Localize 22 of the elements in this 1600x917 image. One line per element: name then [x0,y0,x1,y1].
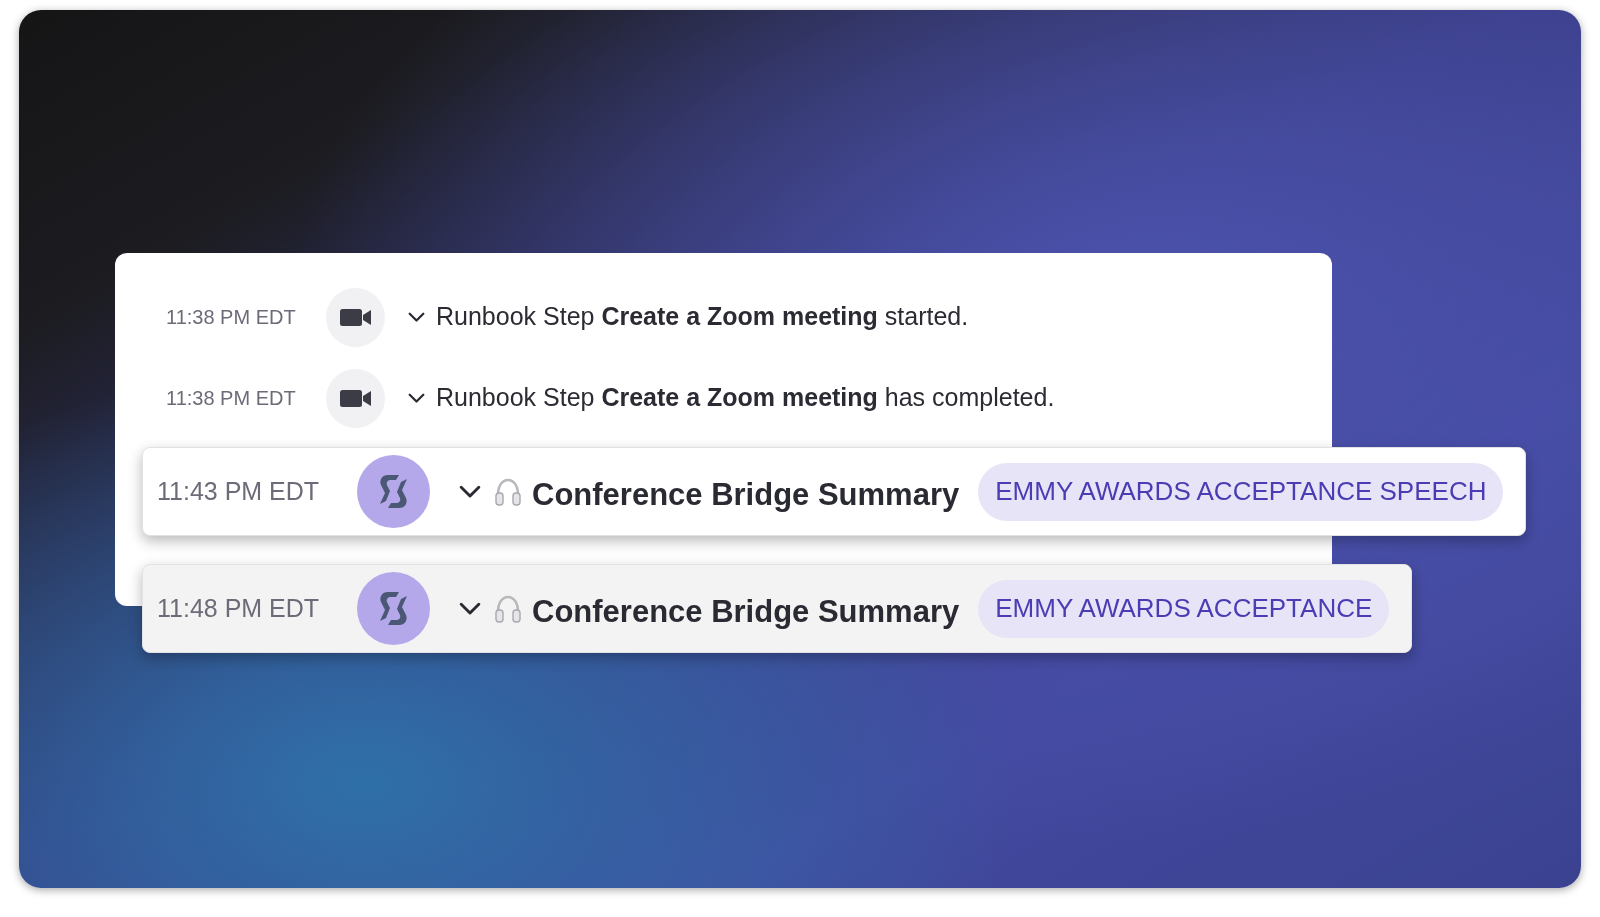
time-label: 11:48 PM EDT [157,593,320,622]
summary-title: Conference Bridge Summary [532,593,960,632]
step-message: Runbook Step Create a Zoom meeting has completed. [436,382,1055,414]
time-label: 11:43 PM EDT [157,476,320,505]
chevron-down-icon[interactable] [408,392,425,404]
chevron-down-icon[interactable] [459,601,481,616]
swirl-logo-icon [357,455,430,528]
chevron-down-icon[interactable] [408,311,425,323]
video-camera-icon [326,368,385,428]
summary-row[interactable]: 11:48 PM EDT Conference Bridge Summary EMMY AWARDS ACCEPTANCE [142,564,1413,653]
video-camera-icon [326,287,385,347]
time-label: 11:38 PM EDT [166,306,296,328]
headphones-icon [494,476,522,507]
meeting-tag: EMMY AWARDS ACCEPTANCE SPEECH [978,462,1504,521]
step-message: Runbook Step Create a Zoom meeting started. [436,301,969,333]
summary-row[interactable]: 11:43 PM EDT Conference Bridge Summary EMMY AWARDS ACCEPTANCE SPEECH [142,447,1527,536]
swirl-logo-icon [357,572,430,645]
summary-title: Conference Bridge Summary [532,476,960,515]
headphones-icon [494,593,522,624]
chevron-down-icon[interactable] [459,484,481,499]
time-label: 11:38 PM EDT [166,387,296,409]
meeting-tag: EMMY AWARDS ACCEPTANCE [978,579,1390,638]
